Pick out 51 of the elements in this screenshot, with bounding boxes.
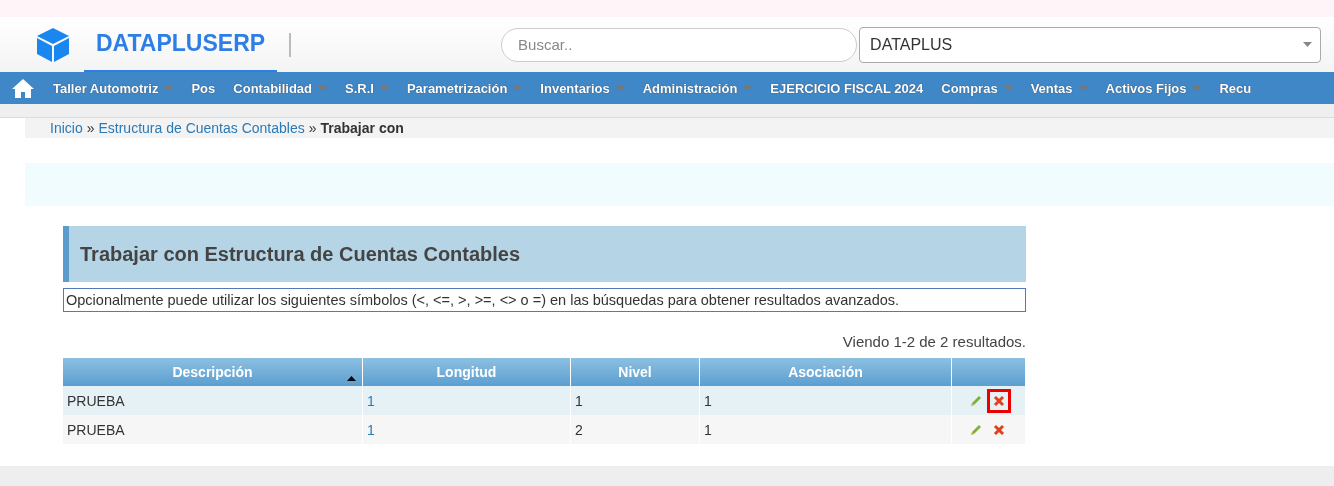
sort-icon [347, 376, 356, 381]
table-cell: 1 [367, 392, 375, 409]
nav-menu-item[interactable]: EJERCICIO FISCAL 2024 [761, 80, 933, 96]
table-cell: PRUEBA [67, 421, 125, 438]
breadcrumb-separator: » [308, 120, 317, 136]
column-header[interactable]: Asociación [699, 358, 952, 386]
nav-menu-item[interactable]: Pos [182, 80, 225, 96]
dropdown-caret-icon [1303, 42, 1313, 47]
table-cell: 1 [575, 392, 583, 409]
pencil-icon[interactable] [969, 422, 983, 437]
column-header[interactable]: Nivel [570, 358, 700, 386]
nav-menu-item[interactable]: Parametrización [397, 80, 532, 96]
panel-title: Trabajar con Estructura de Cuentas Contables [63, 226, 1026, 282]
caret-icon [513, 85, 523, 91]
nav-menu-item[interactable]: S.R.I [336, 80, 398, 96]
pencil-icon[interactable] [969, 393, 983, 408]
nav-menu-item[interactable]: Administración [633, 80, 762, 96]
delete-icon[interactable] [993, 423, 1005, 436]
table-cell: 1 [367, 421, 375, 438]
breadcrumb-link[interactable]: Inicio [50, 120, 83, 136]
caret-icon [1078, 85, 1088, 91]
nav-menu-item[interactable]: Taller Automotriz [44, 80, 183, 96]
breadcrumb-current: Trabajar con [320, 120, 404, 136]
nav-menu-item[interactable]: Contabilidad [224, 80, 336, 96]
table-cell: 1 [704, 421, 712, 438]
caret-icon [1003, 85, 1013, 91]
caret-icon [615, 85, 625, 91]
nav-menu-item[interactable]: Ventas [1021, 80, 1097, 96]
breadcrumb-link[interactable]: Estructura de Cuentas Contables [98, 120, 305, 136]
nav-menu-item[interactable]: Compras [932, 80, 1022, 96]
table-cell: 1 [704, 392, 712, 409]
nav-menu-item[interactable]: Activos Fijos [1096, 80, 1211, 96]
caret-icon [743, 85, 753, 91]
caret-icon [1192, 85, 1202, 91]
column-header[interactable]: Descripción [63, 358, 363, 386]
table-cell: 2 [575, 421, 583, 438]
caret-icon [164, 85, 174, 91]
table-cell: PRUEBA [67, 392, 125, 409]
search-field[interactable]: Buscar.. [501, 27, 858, 62]
cube-logo-icon [34, 25, 72, 64]
delete-icon[interactable] [993, 394, 1005, 407]
results-summary: Viendo 1-2 de 2 resultados. [842, 333, 1026, 350]
home-icon[interactable] [12, 78, 34, 98]
nav-menu-item[interactable]: Recu [1210, 80, 1261, 96]
notice-text: Opcionalmente puede utilizar los siguientes símbolos (<, <=, >, >=, <> o =) en las búsquedas para obtener resultados avanzados. [63, 288, 1026, 312]
nav-menu-item[interactable]: Inventarios [531, 80, 634, 96]
company-select[interactable]: DATAPLUS [859, 26, 1322, 63]
breadcrumb-separator: » [86, 120, 95, 136]
caret-icon [318, 85, 327, 91]
column-header[interactable]: Longitud [362, 358, 571, 386]
caret-icon [379, 85, 389, 91]
